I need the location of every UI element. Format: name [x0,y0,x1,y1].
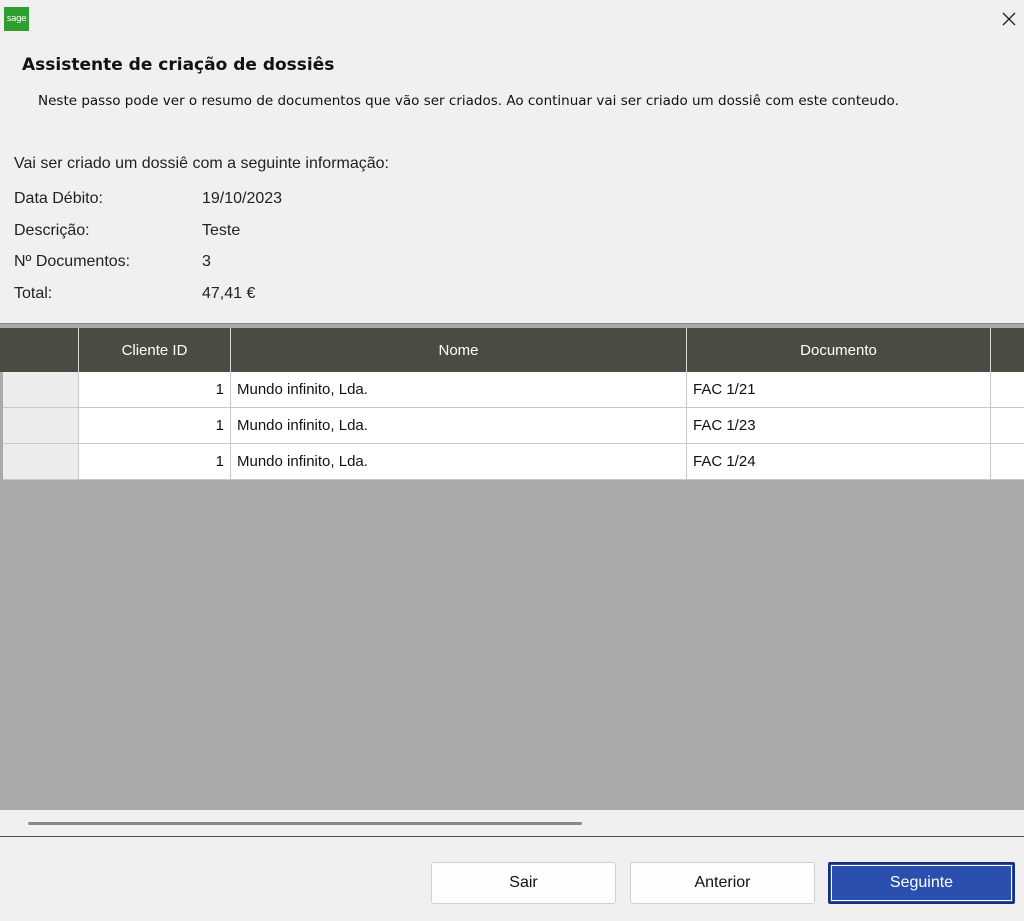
cell-overflow[interactable] [991,408,1024,444]
column-header-overflow[interactable] [991,328,1024,372]
column-header-nome[interactable]: Nome [231,328,687,372]
wizard-title: Assistente de criação de dossiês [22,55,335,75]
wizard-window: sage Assistente de criação de dossiês Ne… [0,0,1024,921]
row-selector[interactable] [3,408,79,444]
table-row[interactable]: 1 Mundo infinito, Lda. FAC 1/23 [0,408,1024,444]
close-icon [1002,12,1016,26]
cell-cliente-id[interactable]: 1 [79,444,231,480]
cell-nome[interactable]: Mundo infinito, Lda. [231,372,687,408]
row-selector[interactable] [3,444,79,480]
footer-divider [0,836,1024,837]
cell-cliente-id[interactable]: 1 [79,408,231,444]
cell-nome[interactable]: Mundo infinito, Lda. [231,444,687,480]
exit-button[interactable]: Sair [431,862,616,904]
info-value: Teste [202,222,241,239]
horizontal-scrollbar[interactable] [0,810,1024,837]
cell-overflow[interactable] [991,444,1024,480]
info-label: Nº Documentos: [14,253,131,270]
previous-button[interactable]: Anterior [630,862,815,904]
documents-grid[interactable]: Cliente ID Nome Documento 1 Mundo infini… [0,323,1024,837]
info-label: Total: [14,285,53,302]
cell-documento[interactable]: FAC 1/21 [687,372,991,408]
table-row[interactable]: 1 Mundo infinito, Lda. FAC 1/21 [0,372,1024,408]
info-value: 19/10/2023 [202,190,283,207]
title-bar: sage [0,0,1024,38]
column-header-cliente-id[interactable]: Cliente ID [79,328,231,372]
cell-cliente-id[interactable]: 1 [79,372,231,408]
info-label: Descrição: [14,222,90,239]
cell-documento[interactable]: FAC 1/24 [687,444,991,480]
info-label: Data Débito: [14,190,103,207]
info-value: 47,41 € [202,285,256,302]
cell-overflow[interactable] [991,372,1024,408]
next-button[interactable]: Seguinte [828,862,1015,904]
summary-intro: Vai ser criado um dossiê com a seguinte … [14,155,389,172]
scrollbar-thumb[interactable] [28,822,582,825]
row-selector[interactable] [3,372,79,408]
cell-documento[interactable]: FAC 1/23 [687,408,991,444]
table-row[interactable]: 1 Mundo infinito, Lda. FAC 1/24 [0,444,1024,480]
close-button[interactable] [994,0,1024,38]
column-header-documento[interactable]: Documento [687,328,991,372]
cell-nome[interactable]: Mundo infinito, Lda. [231,408,687,444]
row-selector-header[interactable] [0,328,79,372]
wizard-description: Neste passo pode ver o resumo de documen… [38,93,899,109]
sage-logo-icon: sage [4,7,29,31]
grid-header: Cliente ID Nome Documento [0,328,1024,372]
wizard-header: Assistente de criação de dossiês Neste p… [0,38,1024,142]
info-value: 3 [202,253,211,270]
